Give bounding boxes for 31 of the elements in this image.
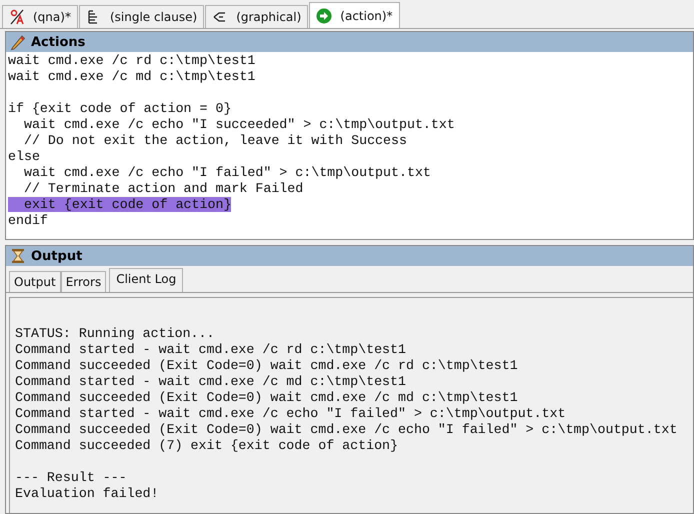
panel-title: Actions (31, 34, 86, 50)
log-line: Command succeeded (Exit Code=0) wait cmd.exe /c rd c:\tmp\test1 (15, 358, 518, 373)
hourglass-icon (10, 248, 26, 264)
log-line: Command started - wait cmd.exe /c rd c:\tmp\test1 (15, 342, 406, 357)
output-tab[interactable]: Errors (60, 271, 106, 292)
code-line: wait cmd.exe /c rd c:\tmp\test1 (8, 53, 256, 68)
log-line: Command succeeded (Exit Code=0) wait cmd.exe /c echo "I failed" > c:\tmp\output.txt (15, 422, 678, 437)
log-line: Command succeeded (7) exit {exit code of action} (15, 438, 398, 453)
log-line: Evaluation failed! (15, 486, 159, 501)
code-line: if {exit code of action = 0} (8, 101, 232, 116)
code-line: // Do not exit the action, leave it with Success (22, 133, 407, 148)
document-tab[interactable]: (graphical) (205, 5, 308, 28)
code-line: endif (8, 213, 48, 228)
code-line: else (8, 149, 40, 164)
pencil-icon (10, 34, 26, 50)
output-tab[interactable]: Output (9, 271, 61, 292)
percent-icon (9, 9, 25, 25)
log-line: STATUS: Running action... (15, 326, 214, 341)
log-line: Command succeeded (Exit Code=0) wait cmd.exe /c md c:\tmp\test1 (15, 390, 518, 405)
document-tab[interactable]: (action)* (309, 2, 400, 28)
code-line: wait cmd.exe /c echo "I failed" > c:\tmp\output.txt (22, 165, 431, 180)
log-line: Command started - wait cmd.exe /c echo "I failed" > c:\tmp\output.txt (15, 406, 566, 421)
document-tab[interactable]: (qna)* (2, 5, 78, 28)
code-line: // Terminate action and mark Failed (22, 181, 304, 196)
code-line: wait cmd.exe /c echo "I succeeded" > c:\tmp\output.txt (22, 117, 455, 132)
output-tab[interactable]: Client Log (109, 268, 184, 292)
panel-title: Output (31, 248, 82, 264)
log-line: Command started - wait cmd.exe /c md c:\tmp\test1 (15, 374, 406, 389)
document-tab[interactable]: (single clause) (78, 5, 204, 28)
code-line: wait cmd.exe /c md c:\tmp\test1 (8, 69, 256, 84)
log-line: --- Result --- (15, 470, 127, 485)
